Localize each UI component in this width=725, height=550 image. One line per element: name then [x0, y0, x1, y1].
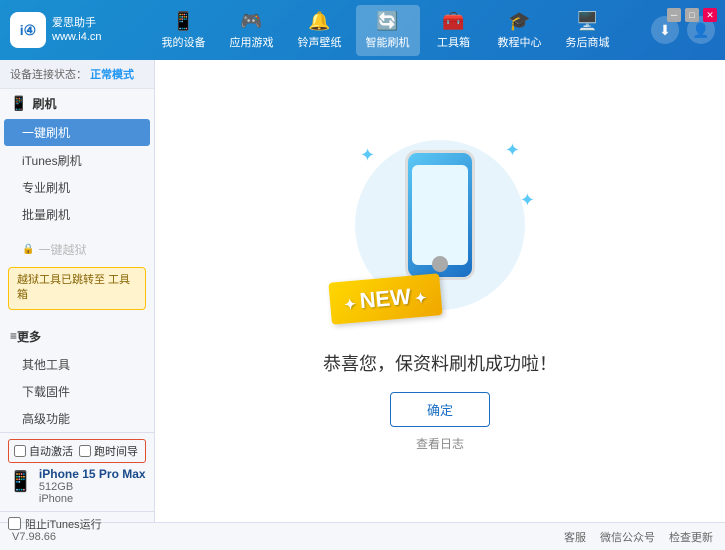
tab-app-game[interactable]: 🎮 应用游戏	[220, 5, 284, 56]
sidebar-item-one-key-flash[interactable]: 一键刷机	[4, 119, 150, 146]
phone-screen	[412, 165, 468, 265]
close-button[interactable]: ✕	[703, 8, 717, 22]
sidebar-item-other-tools[interactable]: 其他工具	[0, 351, 154, 378]
auto-activate-checkbox[interactable]	[14, 445, 26, 457]
star-decoration-1: ✦	[360, 145, 375, 166]
tab-toolbox[interactable]: 🧰 工具箱	[424, 5, 484, 56]
auto-activate-row: 自动激活 跑时间导	[8, 439, 146, 463]
success-illustration: ✦ ✦ ✦ NEW	[340, 130, 540, 330]
app-header: i④ 爱思助手 www.i4.cn 📱 我的设备 🎮 应用游戏 🔔 铃声壁纸 🔄	[0, 0, 725, 60]
jailbreak-warning-box: 越狱工具已跳转至 工具箱	[8, 267, 146, 310]
sidebar-item-pro-flash[interactable]: 专业刷机	[0, 174, 154, 201]
logo-text: 爱思助手 www.i4.cn	[52, 16, 102, 45]
sidebar-section-flash[interactable]: 📱 刷机	[0, 89, 154, 118]
main-layout: 设备连接状态： 正常模式 📱 刷机 一键刷机 iTunes刷机 专业刷机 批量刷…	[0, 60, 725, 522]
tab-smart-flash[interactable]: 🔄 智能刷机	[356, 5, 420, 56]
sidebar-item-batch-flash[interactable]: 批量刷机	[0, 201, 154, 228]
toolbox-icon: 🧰	[442, 11, 464, 32]
tab-my-device[interactable]: 📱 我的设备	[152, 5, 216, 56]
device-details: iPhone 15 Pro Max 512GB iPhone	[39, 467, 146, 505]
tab-tutorial[interactable]: 🎓 教程中心	[488, 5, 552, 56]
sidebar-item-download-firmware[interactable]: 下载固件	[0, 378, 154, 405]
phone-body	[405, 150, 475, 280]
footer-customer-service[interactable]: 客服	[564, 529, 586, 545]
success-message: 恭喜您，保资料刷机成功啦！	[323, 350, 557, 376]
auto-activate-checkbox-label[interactable]: 自动激活	[14, 443, 73, 459]
app-game-icon: 🎮	[240, 11, 262, 32]
logo-icon: i④	[10, 12, 46, 48]
sidebar-item-advanced[interactable]: 高级功能	[0, 405, 154, 432]
maximize-button[interactable]: □	[685, 8, 699, 22]
star-decoration-2: ✦	[505, 140, 520, 161]
footer-left: V7.98.66	[12, 531, 56, 543]
window-controls: ─ □ ✕	[667, 8, 717, 22]
confirm-button[interactable]: 确定	[390, 392, 490, 427]
tab-ringtone[interactable]: 🔔 铃声壁纸	[288, 5, 352, 56]
flash-section-icon: 📱	[10, 95, 27, 112]
device-info: 📱 iPhone 15 Pro Max 512GB iPhone	[8, 467, 146, 505]
star-decoration-3: ✦	[520, 190, 535, 211]
lock-icon: 🔒	[22, 244, 34, 255]
connection-status: 设备连接状态： 正常模式	[0, 60, 154, 89]
logo-area: i④ 爱思助手 www.i4.cn	[10, 12, 120, 48]
more-section-icon: ≡	[10, 329, 17, 343]
my-device-icon: 📱	[172, 11, 194, 32]
view-log-link[interactable]: 查看日志	[416, 435, 464, 452]
smart-flash-icon: 🔄	[376, 11, 398, 32]
ringtone-icon: 🔔	[308, 11, 330, 32]
new-badge: NEW	[328, 273, 442, 324]
service-icon: 🖥️	[576, 11, 598, 32]
minimize-button[interactable]: ─	[667, 8, 681, 22]
time-guided-checkbox[interactable]	[79, 445, 91, 457]
footer-right: 客服 微信公众号 检查更新	[564, 529, 713, 545]
time-guided-checkbox-label[interactable]: 跑时间导	[79, 443, 138, 459]
tab-service[interactable]: 🖥️ 务后商城	[556, 5, 620, 56]
device-phone-icon: 📱	[8, 469, 33, 494]
main-content: ✦ ✦ ✦ NEW 恭喜您，保资料刷机成功啦！ 确定 查看日志	[155, 60, 725, 522]
phone-home-button	[432, 256, 448, 272]
sidebar-jailbreak-disabled: 🔒 一键越狱	[0, 236, 154, 263]
sidebar-item-itunes-flash[interactable]: iTunes刷机	[0, 147, 154, 174]
sidebar-bottom: 自动激活 跑时间导 📱 iPhone 15 Pro Max 512GB iPho…	[0, 432, 154, 511]
sidebar-section-more[interactable]: ≡ 更多	[0, 322, 154, 351]
tutorial-icon: 🎓	[508, 11, 530, 32]
footer-wechat[interactable]: 微信公众号	[600, 529, 655, 545]
footer-check-update[interactable]: 检查更新	[669, 529, 713, 545]
block-itunes-checkbox[interactable]	[8, 517, 21, 530]
nav-tabs: 📱 我的设备 🎮 应用游戏 🔔 铃声壁纸 🔄 智能刷机 🧰 工具箱 🎓	[120, 5, 651, 56]
sidebar: 设备连接状态： 正常模式 📱 刷机 一键刷机 iTunes刷机 专业刷机 批量刷…	[0, 60, 155, 522]
